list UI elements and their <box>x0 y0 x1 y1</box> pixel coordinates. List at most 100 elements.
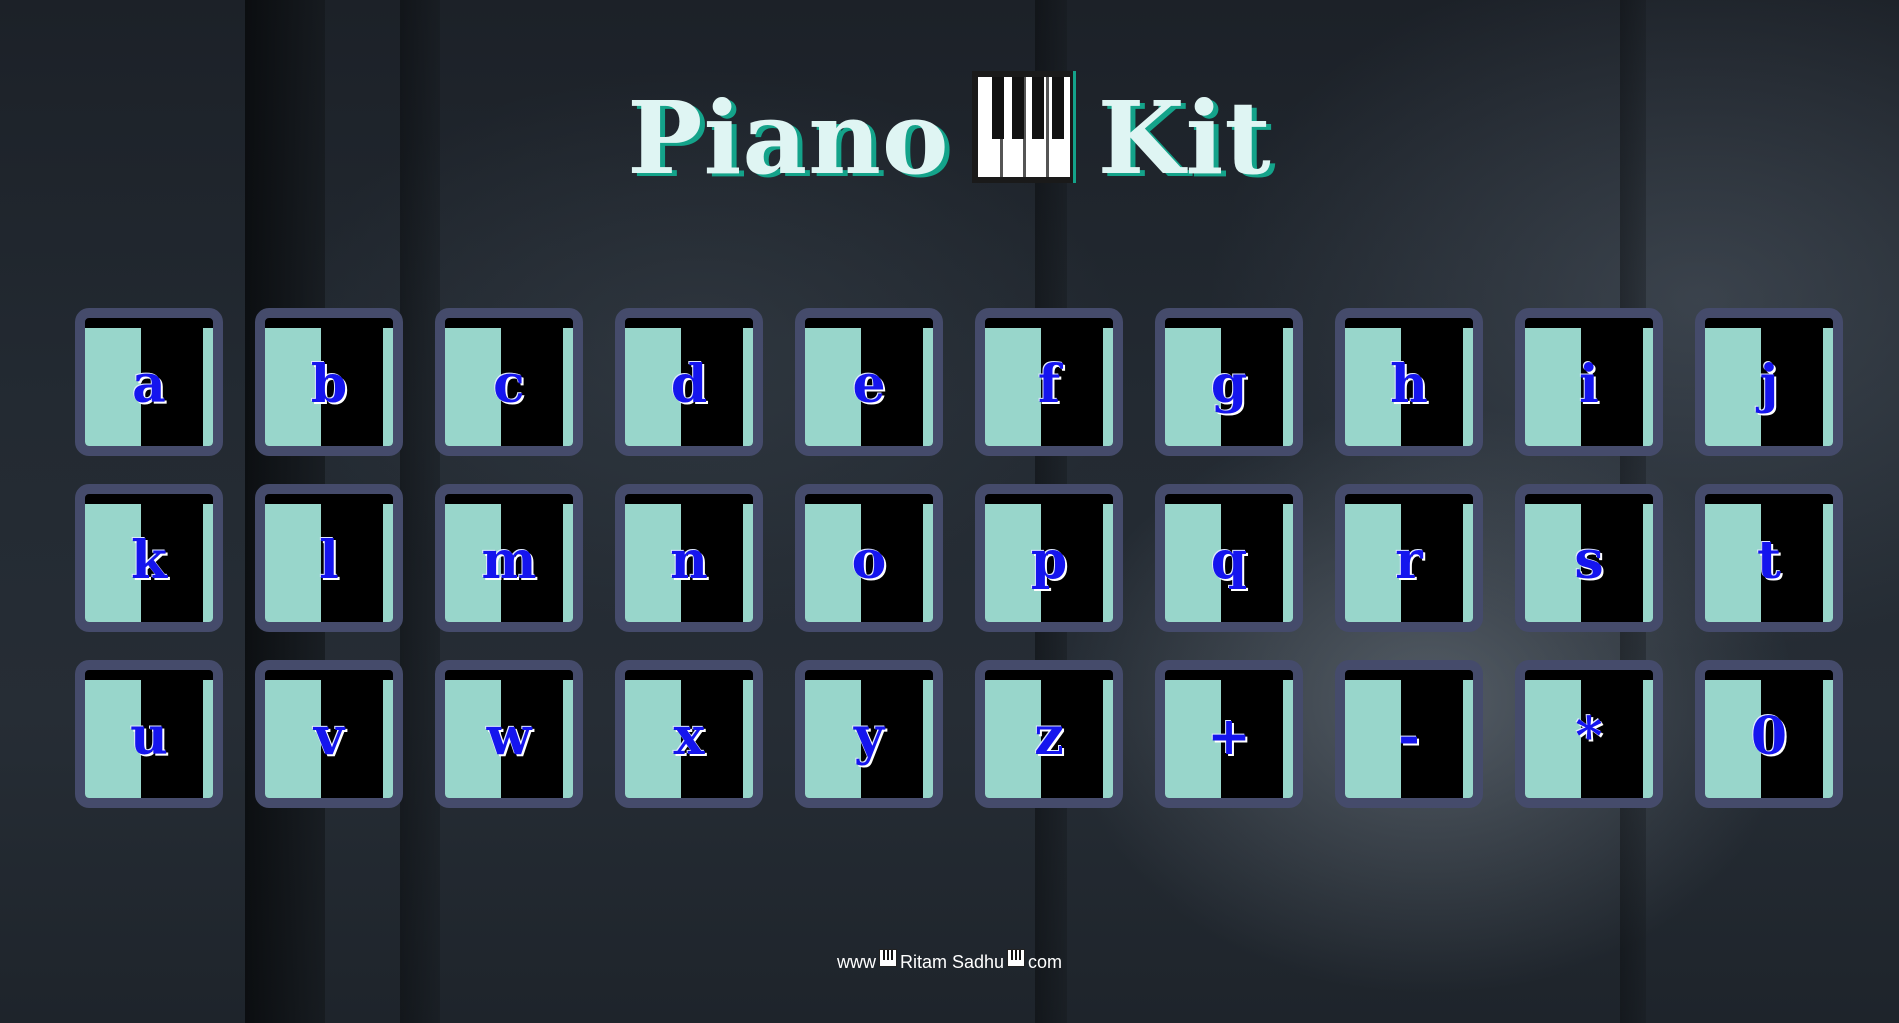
piano-key-plus[interactable]: + <box>1155 660 1303 808</box>
piano-keys-icon <box>878 949 897 973</box>
piano-key-d[interactable]: d <box>615 308 763 456</box>
title-word-piano: Piano <box>627 79 950 197</box>
key-label: n <box>670 530 708 591</box>
key-white-segment <box>1525 328 1581 446</box>
piano-key-m[interactable]: m <box>435 484 583 632</box>
key-white-segment <box>383 504 393 622</box>
key-white-segment <box>203 680 213 798</box>
key-label: b <box>310 354 348 415</box>
piano-key-e[interactable]: e <box>795 308 943 456</box>
key-label: c <box>493 354 525 415</box>
key-white-segment <box>743 504 753 622</box>
piano-key-h[interactable]: h <box>1335 308 1483 456</box>
key-label: h <box>1390 354 1428 415</box>
piano-key-x[interactable]: x <box>615 660 763 808</box>
piano-key-u[interactable]: u <box>75 660 223 808</box>
key-white-segment <box>1345 504 1401 622</box>
key-white-segment <box>1643 504 1653 622</box>
key-white-segment <box>1705 504 1761 622</box>
key-label: 0 <box>1750 706 1788 767</box>
page-title: Piano Kit <box>0 70 1899 216</box>
key-white-segment <box>563 504 573 622</box>
key-label: l <box>319 530 339 591</box>
piano-key-q[interactable]: q <box>1155 484 1303 632</box>
piano-key-minus[interactable]: - <box>1335 660 1483 808</box>
key-label: y <box>853 706 885 767</box>
key-white-segment <box>265 504 321 622</box>
key-white-segment <box>985 328 1041 446</box>
key-label: r <box>1395 530 1423 591</box>
piano-key-asterisk[interactable]: * <box>1515 660 1663 808</box>
key-label: m <box>481 530 537 591</box>
key-label: x <box>673 706 705 767</box>
key-white-segment <box>1525 504 1581 622</box>
footer-suffix: com <box>1028 952 1063 972</box>
key-label: - <box>1398 706 1420 767</box>
key-label: w <box>486 706 532 767</box>
key-label: + <box>1207 706 1251 767</box>
piano-key-l[interactable]: l <box>255 484 403 632</box>
key-white-segment <box>805 680 861 798</box>
piano-key-p[interactable]: p <box>975 484 1123 632</box>
key-white-segment <box>1345 680 1401 798</box>
key-label: v <box>313 706 345 767</box>
piano-key-j[interactable]: j <box>1695 308 1843 456</box>
piano-key-v[interactable]: v <box>255 660 403 808</box>
key-white-segment <box>1643 680 1653 798</box>
piano-keys-icon <box>971 70 1076 208</box>
key-white-segment <box>1463 504 1473 622</box>
piano-key-b[interactable]: b <box>255 308 403 456</box>
key-label: t <box>1756 530 1782 591</box>
key-white-segment <box>203 504 213 622</box>
key-label: a <box>132 354 166 415</box>
key-white-segment <box>985 680 1041 798</box>
key-white-segment <box>1283 504 1293 622</box>
key-label: i <box>1579 354 1599 415</box>
piano-key-zero[interactable]: 0 <box>1695 660 1843 808</box>
key-label: k <box>130 530 168 591</box>
piano-key-y[interactable]: y <box>795 660 943 808</box>
key-label: p <box>1030 530 1068 591</box>
footer-prefix: www <box>836 952 876 972</box>
piano-key-grid: a b c d e f g h i j k l m n o p q r s t … <box>75 308 1845 808</box>
key-white-segment <box>743 680 753 798</box>
piano-key-a[interactable]: a <box>75 308 223 456</box>
piano-key-t[interactable]: t <box>1695 484 1843 632</box>
key-label: u <box>130 706 168 767</box>
key-white-segment <box>1823 680 1833 798</box>
piano-key-r[interactable]: r <box>1335 484 1483 632</box>
piano-key-z[interactable]: z <box>975 660 1123 808</box>
key-white-segment <box>743 328 753 446</box>
piano-key-i[interactable]: i <box>1515 308 1663 456</box>
piano-key-s[interactable]: s <box>1515 484 1663 632</box>
key-label: s <box>1574 530 1604 591</box>
key-white-segment <box>203 328 213 446</box>
key-white-segment <box>1463 680 1473 798</box>
key-label: g <box>1210 354 1248 415</box>
key-white-segment <box>563 328 573 446</box>
piano-key-f[interactable]: f <box>975 308 1123 456</box>
key-white-segment <box>1103 504 1113 622</box>
piano-key-c[interactable]: c <box>435 308 583 456</box>
footer-credit: www Ritam Sadhu com <box>0 949 1899 975</box>
key-label: f <box>1037 354 1061 415</box>
key-white-segment <box>923 328 933 446</box>
piano-key-w[interactable]: w <box>435 660 583 808</box>
piano-key-n[interactable]: n <box>615 484 763 632</box>
piano-key-o[interactable]: o <box>795 484 943 632</box>
key-label: o <box>851 530 887 591</box>
key-white-segment <box>383 328 393 446</box>
key-label: z <box>1034 706 1064 767</box>
key-white-segment <box>1463 328 1473 446</box>
key-label: d <box>670 354 708 415</box>
key-white-segment <box>1823 328 1833 446</box>
piano-key-k[interactable]: k <box>75 484 223 632</box>
key-white-segment <box>265 680 321 798</box>
key-white-segment <box>1705 328 1761 446</box>
footer-author-name: Ritam Sadhu <box>899 952 1005 972</box>
key-white-segment <box>1525 680 1581 798</box>
piano-key-g[interactable]: g <box>1155 308 1303 456</box>
piano-keys-icon <box>1007 949 1026 973</box>
key-label: * <box>1575 706 1603 767</box>
key-white-segment <box>1643 328 1653 446</box>
